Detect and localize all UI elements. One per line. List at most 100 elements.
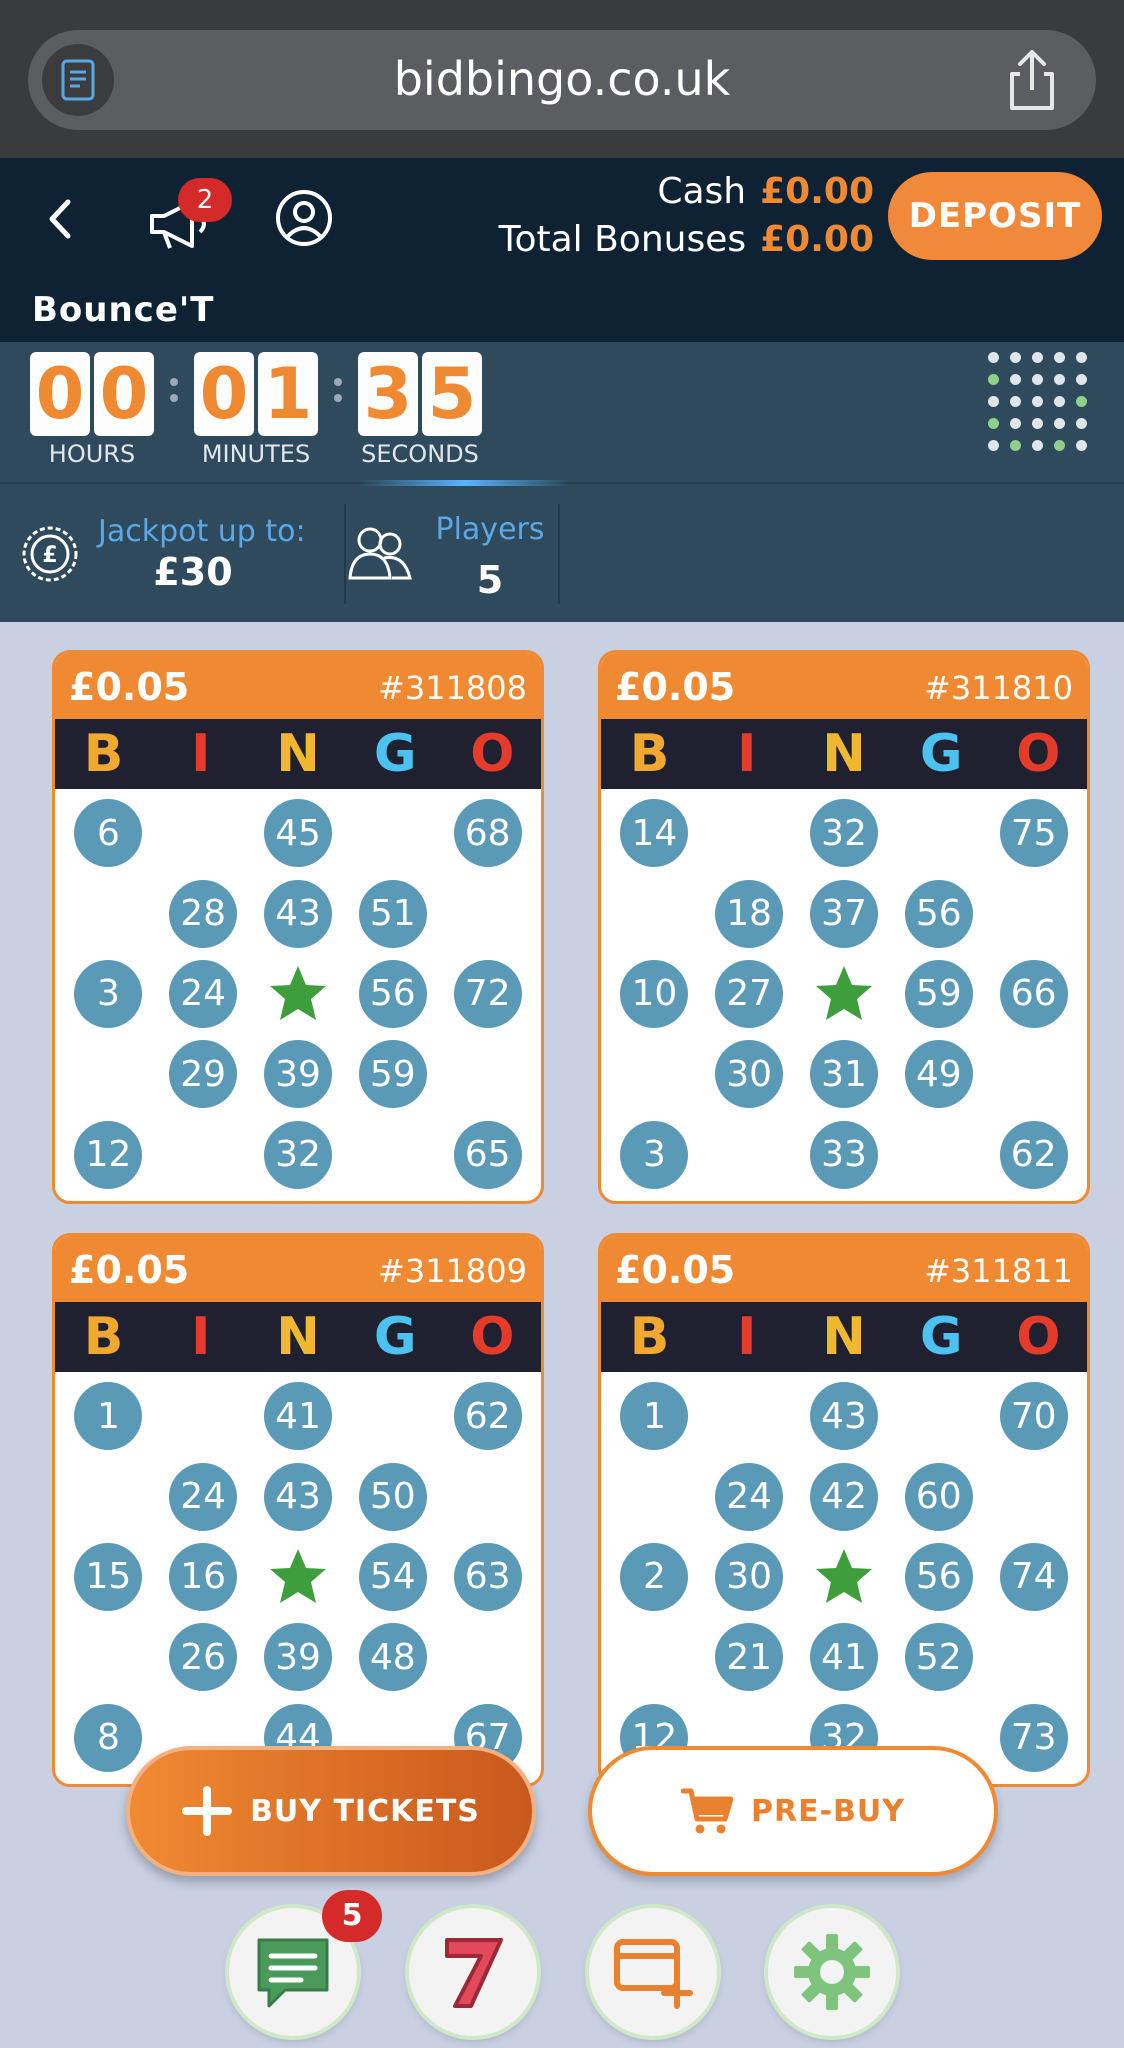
bingo-ticket[interactable]: £0.05 #311811 B I NGO 1 43 70 24 42 60 2 30 56 74 21… (598, 1233, 1090, 1787)
number-ball: 24 (169, 959, 238, 1028)
ticket-cell: 1 (61, 1376, 156, 1456)
number-ball: 18 (715, 879, 784, 948)
number-ball: 43 (263, 1462, 332, 1531)
address-bar[interactable]: bidbingo.co.uk (28, 30, 1096, 130)
cash-value: £0.00 (760, 171, 874, 212)
number-ball: 26 (169, 1623, 238, 1692)
timer-separator (334, 370, 344, 410)
url-text[interactable]: bidbingo.co.uk (28, 52, 1096, 106)
bingo-letter-b: B (629, 724, 670, 784)
ticket-cell: 59 (891, 954, 986, 1034)
ticket-cell: 62 (986, 1115, 1081, 1195)
ticket-cell: 33 (797, 1115, 892, 1195)
ticket-price: £0.05 (615, 1248, 736, 1292)
ticket-cell (440, 1034, 535, 1114)
ticket-grid: 1 43 70 24 42 60 2 30 56 74 21 41 52 12 32 73 (601, 1372, 1087, 1782)
number-ball: 56 (904, 879, 973, 948)
ticket-cell: 43 (251, 1456, 346, 1536)
number-ball: 32 (263, 1120, 332, 1189)
jackpot-value: £30 (153, 550, 233, 594)
ticket-header: £0.05 #311811 (601, 1236, 1087, 1302)
add-card-button[interactable] (589, 1908, 717, 2036)
ticket-cell (607, 1456, 702, 1536)
ticket-id: #311810 (924, 669, 1073, 707)
ticket-cell: 62 (440, 1376, 535, 1456)
ticket-cell: 43 (251, 873, 346, 953)
ticket-cell: 15 (61, 1537, 156, 1617)
ticket-cell: 30 (702, 1034, 797, 1114)
ticket-cell (702, 1376, 797, 1456)
timer-separator (170, 370, 180, 410)
ticket-price: £0.05 (615, 665, 736, 709)
number-ball: 32 (809, 799, 878, 868)
ticket-cell: 10 (607, 954, 702, 1034)
ticket-cell: 6 (61, 793, 156, 873)
bingo-letter-i: I (191, 724, 211, 784)
ticket-cell (251, 954, 346, 1034)
ticket-cell: 28 (156, 873, 251, 953)
ticket-cell (607, 1617, 702, 1697)
ticket-cell: 50 (345, 1456, 440, 1536)
ticket-cell: 24 (702, 1456, 797, 1536)
game-pattern-icon[interactable] (982, 346, 1092, 456)
hours-digit: 0 (30, 352, 90, 436)
buy-tickets-button[interactable]: BUY TICKETS (126, 1746, 536, 1876)
bingo-letters-row: B I NGO (55, 1302, 541, 1372)
ticket-cell: 30 (702, 1537, 797, 1617)
number-ball: 8 (74, 1703, 143, 1772)
ticket-cell: 56 (891, 1537, 986, 1617)
app-header: 2 Cash £0.00 Total Bonuses £0.00 DEPOSIT (0, 158, 1124, 278)
ticket-cell: 63 (440, 1537, 535, 1617)
ticket-header: £0.05 #311810 (601, 653, 1087, 719)
number-ball: 42 (809, 1462, 878, 1531)
cash-row: Cash £0.00 (499, 168, 874, 216)
ticket-cell (156, 793, 251, 873)
ticket-id: #311811 (924, 1252, 1073, 1290)
ticket-cell (61, 1034, 156, 1114)
room-title: Bounce'T (32, 290, 215, 330)
bingo-ticket[interactable]: £0.05 #311808 B I NGO 6 45 68 28 43 51 3 24 56 72 29… (52, 650, 544, 1204)
seconds-digit: 3 (358, 352, 418, 436)
bingo-letter-g: G (919, 1307, 963, 1367)
bingo-letter-o: O (1016, 1307, 1061, 1367)
pre-buy-button[interactable]: PRE-BUY (588, 1746, 998, 1876)
cash-label: Cash (657, 171, 747, 212)
bingo-ticket[interactable]: £0.05 #311810 B I NGO 14 32 75 18 37 56 10 27 59 66… (598, 650, 1090, 1204)
bingo-letter-o: O (1016, 724, 1061, 784)
players-icon (348, 527, 412, 580)
settings-button[interactable] (768, 1908, 896, 2036)
ticket-cell: 73 (986, 1698, 1081, 1778)
bingo-letter-i: I (737, 724, 757, 784)
number-ball: 54 (358, 1542, 427, 1611)
number-ball: 59 (904, 959, 973, 1028)
timer-seconds: 3 5 SECONDS (358, 352, 482, 468)
back-arrow-icon[interactable] (40, 194, 80, 244)
slots-button[interactable] (409, 1908, 537, 2036)
ticket-cell: 52 (891, 1617, 986, 1697)
ticket-id: #311809 (378, 1252, 527, 1290)
deposit-button[interactable]: DEPOSIT (888, 172, 1102, 260)
number-ball: 43 (809, 1382, 878, 1451)
free-star-icon (815, 1548, 872, 1603)
ticket-cell: 45 (251, 793, 346, 873)
bingo-letter-n: N (822, 724, 866, 784)
balance-summary: Cash £0.00 Total Bonuses £0.00 (499, 168, 874, 264)
jackpot-coin-icon: £ (22, 526, 78, 582)
number-ball: 62 (453, 1382, 522, 1451)
profile-icon[interactable] (274, 188, 334, 248)
ticket-cell: 49 (891, 1034, 986, 1114)
bingo-ticket[interactable]: £0.05 #311809 B I NGO 1 41 62 24 43 50 15 16 54 63 2… (52, 1233, 544, 1787)
ticket-cell (345, 1376, 440, 1456)
number-ball: 6 (74, 799, 143, 868)
ticket-cell: 68 (440, 793, 535, 873)
bingo-letter-n: N (276, 1307, 320, 1367)
ticket-cell: 56 (345, 954, 440, 1034)
share-icon[interactable] (1002, 48, 1062, 112)
bingo-letters-row: B I NGO (55, 719, 541, 789)
number-ball: 48 (358, 1623, 427, 1692)
number-ball: 62 (999, 1120, 1068, 1189)
bingo-letter-o: O (470, 1307, 515, 1367)
ticket-cell (440, 873, 535, 953)
ticket-cell (986, 1456, 1081, 1536)
ticket-cell: 75 (986, 793, 1081, 873)
